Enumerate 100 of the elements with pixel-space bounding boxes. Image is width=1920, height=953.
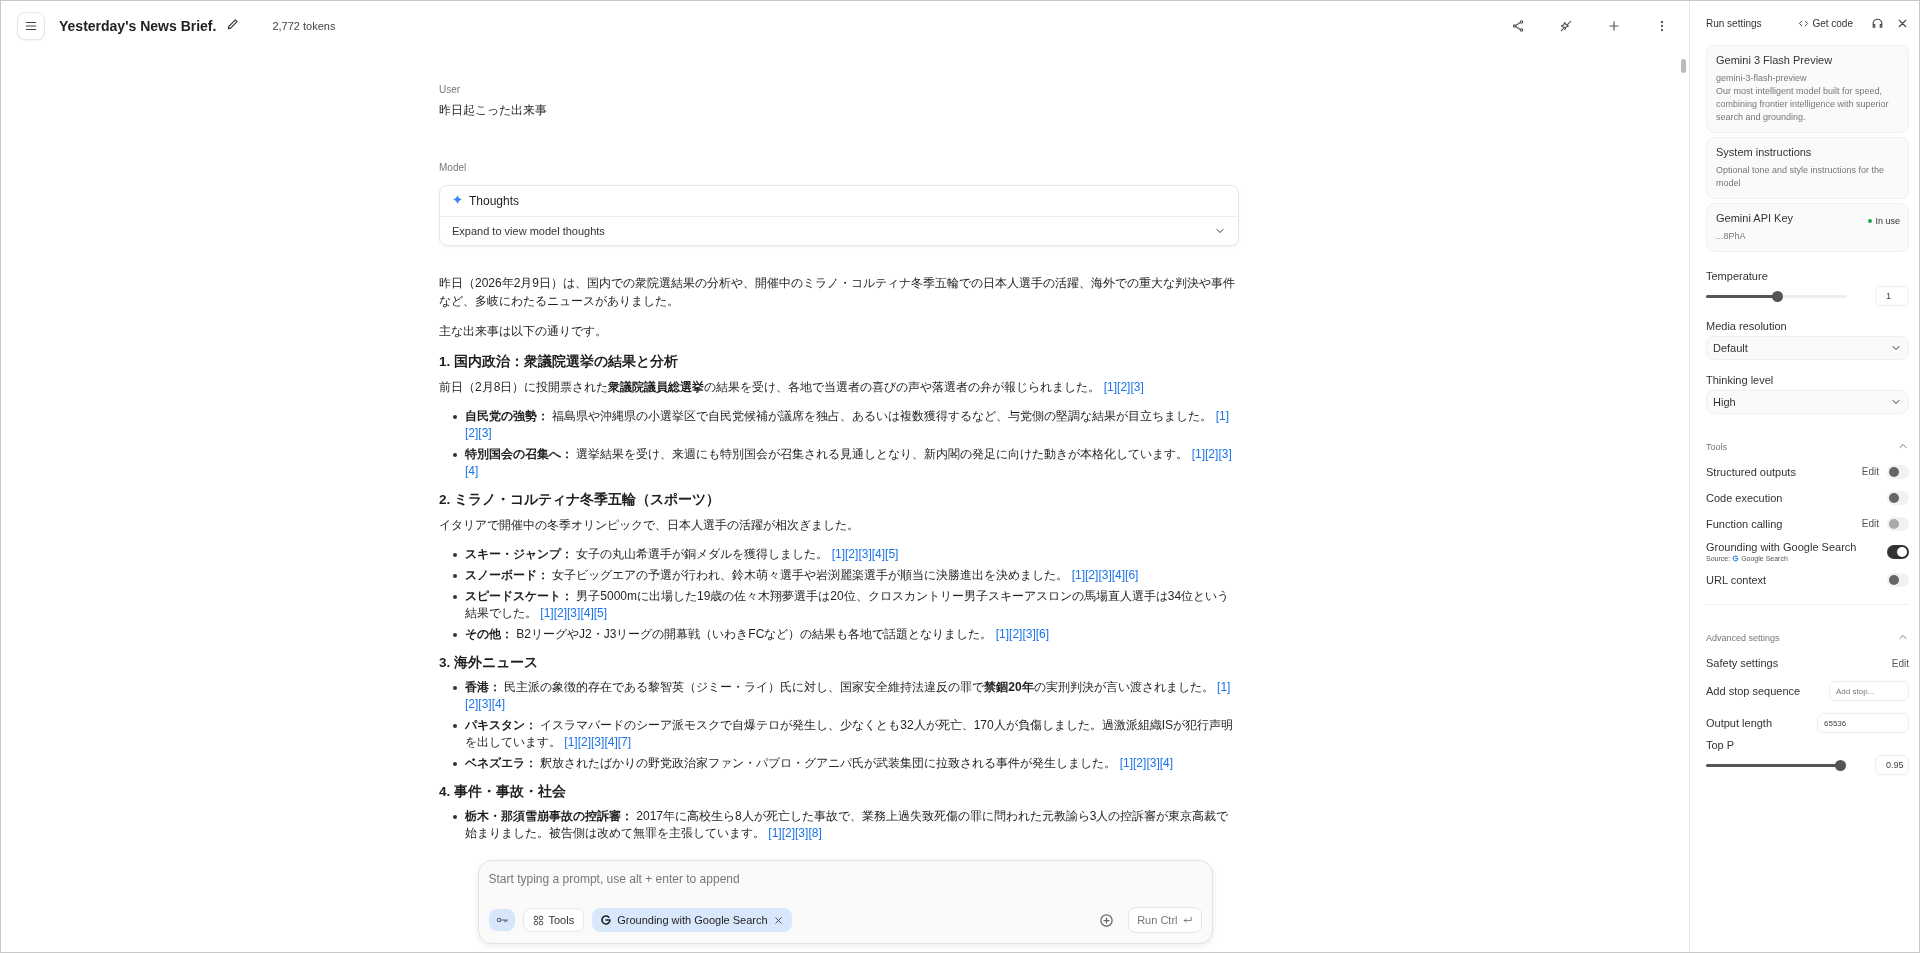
edit-link[interactable]: Edit [1891,657,1909,669]
citation-link[interactable]: [2] [781,826,796,840]
list-item: パキスタン： イスラマバードのシーア派モスクで自爆テロが発生し、少なくとも32人が死亡、170人が負傷しました。過激派組織ISが犯行声明を出しています。 [1][2][3][4][7] [465,717,1235,751]
paragraph: 主な出来事は以下の通りです。 [439,323,608,340]
citation-link[interactable]: [3] [1146,756,1160,770]
token-count: 2,772 tokens [272,20,336,32]
value-field[interactable]: 1 [1875,286,1909,306]
plus-circle-icon [1099,912,1115,928]
citation-link[interactable]: [1] [564,735,578,749]
citation-link[interactable]: [2] [1117,380,1131,394]
citation-link[interactable]: [3] [795,826,809,840]
citation-link[interactable]: [3] [1098,568,1112,582]
citation-link[interactable]: [8] [808,826,822,840]
citation-link[interactable]: [7] [617,735,632,749]
sparkle-icon [452,194,463,205]
citation-link[interactable]: [4] [491,697,506,711]
citation-link[interactable]: [3] [478,697,492,711]
setting-label: Safety settings [1706,657,1779,669]
value-field[interactable]: 0.95 [1875,755,1909,775]
citation-link[interactable]: [1] [1071,568,1086,582]
edit-link[interactable]: Edit [1861,466,1879,477]
citation-link[interactable]: [2] [1085,568,1099,582]
citation-link[interactable]: [6] [1035,627,1050,641]
menu-button[interactable] [17,12,45,40]
tool-label: Grounding with Google Search [1706,541,1857,553]
citation-link[interactable]: [2] [577,735,592,749]
stop-sequence-input[interactable]: Add stop... [1829,681,1909,701]
bullet-dot [453,453,457,457]
bullet-dot [453,574,457,578]
citation-link[interactable]: [1] [1217,680,1231,694]
citation-link[interactable]: [2] [1205,447,1219,461]
list-item: スノーボード： 女子ビッグエアの予選が行われ、鈴木萌々選手や岩渕麗楽選手が順当に決勝進出を決めました。 [1][2][3][4][6] [465,567,1139,584]
citation-link[interactable]: [2] [1133,756,1147,770]
citation-link[interactable]: [3] [1130,380,1144,394]
card-title: System instructions [1716,146,1813,158]
tool-label: URL context [1706,573,1767,586]
api-key-card[interactable]: Gemini API Key In use ...8PhA [1706,203,1909,252]
list-item: スピードスケート： 男子5000mに出場した19歳の佐々木翔夢選手は20位、クロスカントリー男子スキーアスロンの馬場直人選手は34位という結果でした。 [1][2][3][4][5] [465,588,1231,622]
feedback-button[interactable] [1871,16,1884,30]
toggle-switch[interactable] [1887,464,1909,479]
toggle-switch[interactable] [1887,544,1909,559]
bullet-dot [453,553,457,557]
api-key-value: ...8PhA [1716,230,1747,243]
scrollbar[interactable] [1680,59,1686,73]
citation-link[interactable]: [3] [1218,447,1232,461]
citation-link[interactable]: [1] [995,627,1010,641]
citation-link[interactable]: [1] [540,606,554,620]
get-code-button[interactable]: Get code [1798,17,1853,29]
key-button[interactable] [488,909,515,931]
citation-link[interactable]: [5] [885,547,899,561]
citation-link[interactable]: [4] [871,547,886,561]
expand-thoughts-toggle[interactable]: Expand to view model thoughts [440,217,1238,245]
citation-link[interactable]: [1] [1191,447,1206,461]
citation-link[interactable]: [2] [465,426,479,440]
list-item: 栃木・那須雪崩事故の控訴審： 2017年に高校生ら8人が死亡した事故で、業務上過失致死傷の罪に問われた元教諭ら3人の控訴審が東京高裁で始まりました。被告側は改めて無罪を主張しています。 [1][2][3][8] [465,808,1230,842]
slider-thumb[interactable] [1771,290,1783,302]
citation-link[interactable]: [4] [1111,568,1126,582]
citation-link[interactable]: [6] [1125,568,1139,582]
citation-link[interactable]: [4] [604,735,618,749]
prompt-input[interactable]: Start typing a prompt, use alt + enter to append [488,870,1202,886]
add-media-button[interactable] [1099,912,1115,928]
panel-title: Run settings [1706,17,1762,29]
tool-label: Code execution [1706,491,1783,504]
citation-link[interactable]: [2] [1009,627,1023,641]
citation-link[interactable]: [3] [478,426,492,440]
citation-link[interactable]: [2] [845,547,859,561]
citation-link[interactable]: [3] [567,606,581,620]
user-message: 昨日起こった出来事 [439,102,548,119]
citation-link[interactable]: [3] [1022,627,1036,641]
bullet-dot [453,633,457,637]
citation-link[interactable]: [3] [591,735,605,749]
run-button[interactable]: Run Ctrl [1128,907,1202,933]
list-item: ベネズエラ： 釈放されたばかりの野党政治家ファン・パブロ・グアニパ氏が武装集団に拉致される事件が発生しました。 [1][2][3][4] [465,755,1174,772]
citation-link[interactable]: [1] [1215,409,1230,423]
bullet-dot [453,595,457,599]
system-instructions-card[interactable]: System instructions Optional tone and style instructions for the model [1706,137,1909,199]
citation-link[interactable]: [2] [465,697,479,711]
dropdown[interactable]: High [1706,390,1909,414]
citation-link[interactable]: [1] [1119,756,1134,770]
output-length-input[interactable]: 65536 [1817,713,1909,733]
slider-thumb[interactable] [1834,759,1846,771]
model-id: gemini-3-flash-preview [1716,72,1808,85]
citation-link[interactable]: [3] [858,547,872,561]
citation-link[interactable]: [1] [768,826,782,840]
menu-icon [24,19,38,33]
pencil-icon [226,17,241,31]
citation-link[interactable]: [1] [831,547,846,561]
tools-button[interactable]: Tools [522,908,585,932]
citation-link[interactable]: [4] [580,606,594,620]
dropdown[interactable]: Default [1706,336,1909,360]
citation-link[interactable]: [2] [553,606,568,620]
citation-link[interactable]: [1] [1103,380,1118,394]
tool-chip[interactable]: Grounding with Google Search [592,908,792,932]
toggle-switch[interactable] [1887,572,1909,587]
model-card[interactable]: Gemini 3 Flash Preview gemini-3-flash-preview Our most intelligent model built for speed, combining frontier intelligence with superior search and grounding. [1706,45,1909,133]
citation-link[interactable]: [4] [1159,756,1174,770]
citation-link[interactable]: [4] [465,464,479,478]
toggle-switch[interactable] [1887,490,1909,505]
paragraph: イタリアで開催中の冬季オリンピックで、日本人選手の活躍が相次ぎました。 [439,517,860,534]
citation-link[interactable]: [5] [593,606,608,620]
